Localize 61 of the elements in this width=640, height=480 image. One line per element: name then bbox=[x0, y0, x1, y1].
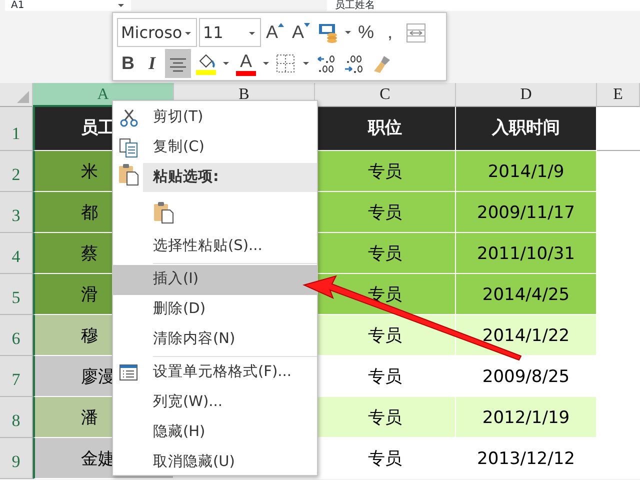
table-cell: 专员 bbox=[315, 315, 456, 356]
table-cell: 专员 bbox=[315, 233, 456, 274]
copy-icon bbox=[119, 138, 139, 158]
row-header[interactable]: 6 bbox=[0, 315, 33, 356]
clipboard-icon bbox=[118, 163, 139, 186]
increase-icon bbox=[278, 23, 284, 27]
font-field[interactable]: Microso bbox=[117, 18, 197, 47]
clipboard-icon bbox=[153, 201, 174, 224]
paste-button[interactable] bbox=[153, 200, 174, 224]
table-cell: 专员 bbox=[315, 397, 456, 438]
scissors-icon bbox=[119, 108, 139, 128]
row-header[interactable]: 3 bbox=[0, 192, 33, 233]
table-cell: 专员 bbox=[315, 151, 456, 192]
table-cell: 2009/11/17 bbox=[456, 192, 597, 233]
toolbar-button[interactable]: A bbox=[289, 18, 314, 47]
font-size-field[interactable]: 11 bbox=[199, 18, 261, 47]
money-icon bbox=[318, 22, 338, 42]
caret-icon bbox=[262, 61, 270, 66]
row-header[interactable]: 8 bbox=[0, 397, 33, 438]
caret-icon bbox=[184, 31, 192, 36]
caret-icon bbox=[344, 30, 352, 35]
table-cell: 2014/1/22 bbox=[456, 315, 597, 356]
column-header[interactable]: E bbox=[597, 83, 640, 107]
row-header[interactable]: 4 bbox=[0, 233, 33, 274]
decrease-decimal-icon bbox=[344, 54, 364, 74]
letter: A bbox=[240, 52, 252, 70]
row-header[interactable]: 7 bbox=[0, 356, 33, 397]
menu-heading: 粘贴选项: bbox=[143, 163, 317, 192]
triangle-icon bbox=[17, 91, 29, 103]
formula-field[interactable]: 员工姓名 bbox=[327, 0, 640, 11]
caret-icon bbox=[302, 61, 310, 66]
row-header[interactable]: 5 bbox=[0, 274, 33, 315]
caret-icon bbox=[248, 31, 256, 36]
increase-decimal-icon bbox=[316, 54, 336, 74]
column-header[interactable]: C bbox=[315, 83, 456, 107]
menu-item[interactable]: 插入(I) bbox=[113, 265, 317, 295]
row-header[interactable]: 2 bbox=[0, 151, 33, 192]
name-box[interactable]: A1 bbox=[5, 0, 131, 11]
toolbar-button[interactable]: A bbox=[263, 18, 288, 47]
caret-icon bbox=[117, 3, 125, 8]
format-cells-icon bbox=[119, 363, 139, 383]
table-cell: 专员 bbox=[315, 192, 456, 233]
table-cell: 2014/1/9 bbox=[456, 151, 597, 192]
row-header[interactable]: 9 bbox=[0, 438, 33, 479]
row-header[interactable]: 1 bbox=[0, 107, 33, 151]
wrap-text-icon bbox=[406, 22, 426, 42]
toolbar-button[interactable]: , bbox=[379, 18, 402, 47]
borders-icon bbox=[276, 54, 296, 74]
column-header[interactable]: D bbox=[456, 83, 597, 107]
table-cell: 入职时间 bbox=[456, 107, 597, 151]
toolbar-button[interactable]: B bbox=[117, 49, 139, 78]
toolbar-button[interactable]: I bbox=[141, 49, 163, 78]
toolbar-button[interactable]: % bbox=[355, 18, 378, 47]
table-cell: 2014/4/25 bbox=[456, 274, 597, 315]
caret-icon bbox=[222, 61, 230, 66]
table-cell: 2011/10/31 bbox=[456, 233, 597, 274]
font-color-button[interactable]: A bbox=[233, 49, 259, 78]
table-cell: 2012/1/19 bbox=[456, 397, 597, 438]
brush-icon bbox=[372, 54, 392, 74]
table-cell: 职位 bbox=[315, 107, 456, 151]
decrease-icon bbox=[304, 23, 310, 27]
